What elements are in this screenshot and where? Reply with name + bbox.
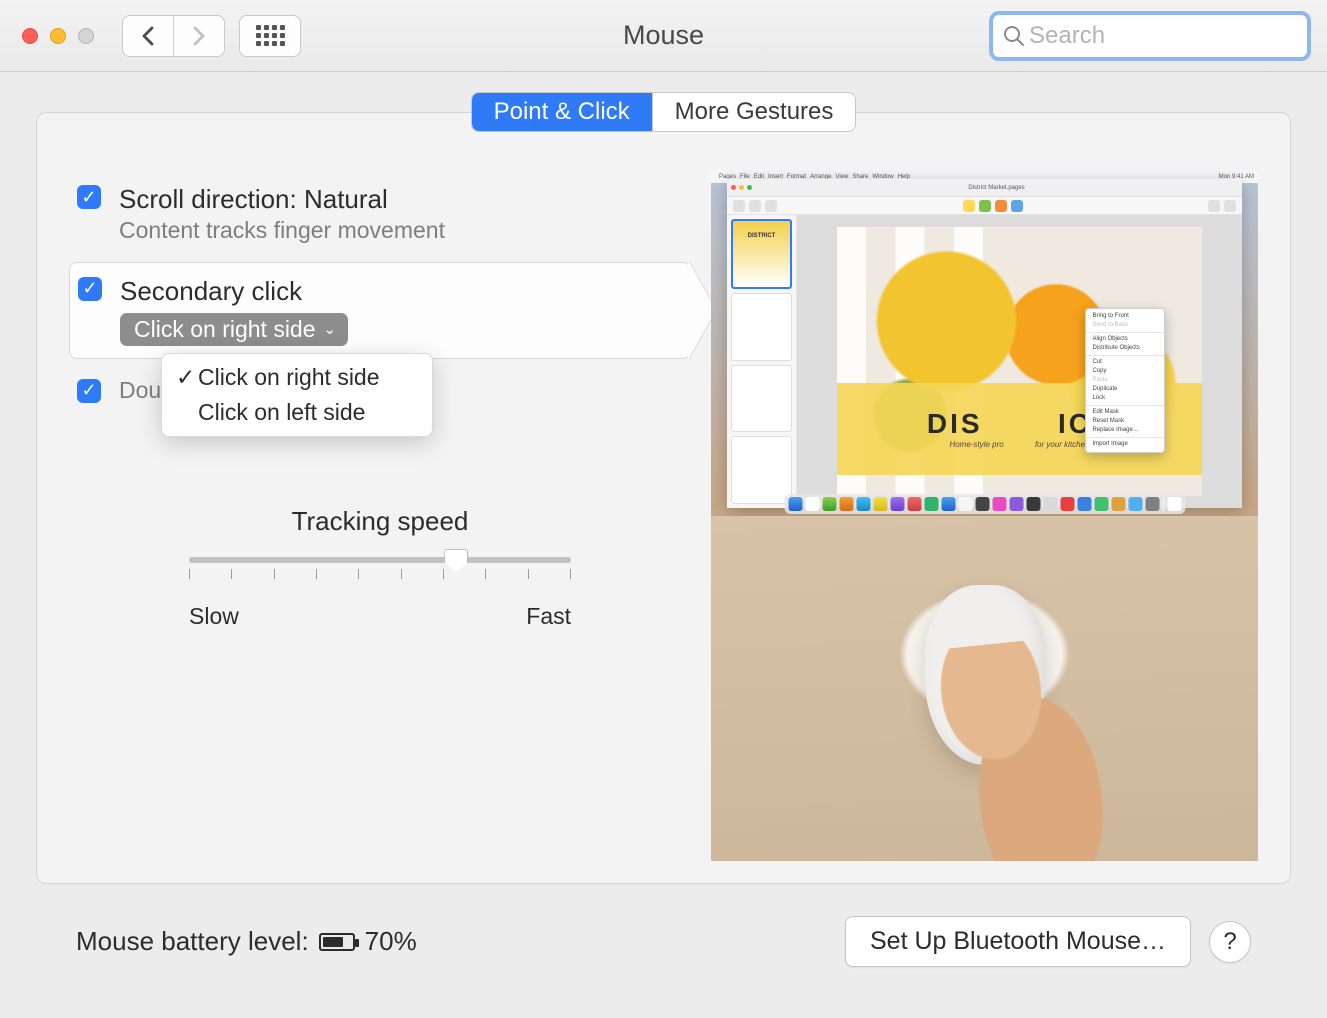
preview-column: Pages File Edit Insert Format Arrange Vi… (711, 171, 1258, 863)
preview-dock (784, 494, 1185, 514)
menu-item-label: Click on left side (198, 399, 365, 426)
traffic-lights (22, 28, 94, 44)
footer: Mouse battery level: 70% Set Up Bluetoot… (36, 884, 1291, 967)
tab-bar: Point & Click More Gestures (36, 92, 1291, 132)
secondary-click-menu: ✓ Click on right side Click on left side (161, 353, 433, 437)
zoom-window-button[interactable] (78, 28, 94, 44)
window-titlebar: Mouse (0, 0, 1327, 72)
checkbox-scroll-direction[interactable]: ✓ (77, 185, 101, 209)
dropdown-selected-label: Click on right side (134, 316, 316, 343)
show-all-button[interactable] (239, 15, 301, 57)
slider-labels: Slow Fast (189, 603, 571, 630)
checkbox-secondary-click[interactable]: ✓ (78, 277, 102, 301)
settings-panel: ✓ Scroll direction: Natural Content trac… (36, 112, 1291, 884)
preview-context-menu: Bring to Front Send to Back Align Object… (1085, 308, 1165, 453)
back-button[interactable] (123, 16, 173, 56)
option-secondary-click[interactable]: ✓ Secondary click Click on right side ⌄ (69, 262, 691, 359)
battery-percent: 70% (365, 926, 417, 957)
setup-bluetooth-mouse-button[interactable]: Set Up Bluetooth Mouse… (845, 916, 1191, 967)
slider-track (189, 557, 571, 563)
menu-item-label: Click on right side (198, 364, 380, 391)
preview-screen: Pages File Edit Insert Format Arrange Vi… (711, 171, 1258, 516)
battery-label: Mouse battery level: (76, 926, 309, 957)
content: Point & Click More Gestures ✓ Scroll dir… (0, 72, 1327, 987)
tracking-speed-label: Tracking speed (189, 506, 571, 537)
tab-more-gestures[interactable]: More Gestures (653, 93, 856, 131)
search-icon (1003, 25, 1025, 47)
option-scroll-direction[interactable]: ✓ Scroll direction: Natural Content trac… (69, 171, 691, 256)
close-window-button[interactable] (22, 28, 38, 44)
slider-label-fast: Fast (526, 603, 571, 630)
preview-doc-title: District Market.pages (968, 185, 1024, 191)
checkbox-smart-zoom[interactable]: ✓ (77, 379, 101, 403)
check-icon: ✓ (176, 364, 198, 391)
menu-item-click-right[interactable]: ✓ Click on right side (162, 360, 432, 395)
option-title: Scroll direction: Natural (119, 183, 445, 217)
search-field[interactable] (989, 11, 1311, 61)
nav-back-forward (122, 15, 225, 57)
help-button[interactable]: ? (1209, 921, 1251, 963)
option-title: Secondary click (120, 275, 348, 309)
settings-left: ✓ Scroll direction: Natural Content trac… (69, 171, 691, 863)
grid-icon (256, 25, 285, 46)
option-subtitle: Content tracks finger movement (119, 217, 445, 244)
minimize-window-button[interactable] (50, 28, 66, 44)
secondary-click-dropdown[interactable]: Click on right side ⌄ (120, 313, 348, 346)
menu-item-click-left[interactable]: Click on left side (162, 395, 432, 430)
gesture-preview: Pages File Edit Insert Format Arrange Vi… (711, 171, 1258, 861)
tracking-speed-block: Tracking speed Slow Fast (69, 506, 691, 630)
preview-hand (711, 516, 1258, 861)
forward-button[interactable] (174, 16, 224, 56)
search-input[interactable] (1029, 22, 1327, 50)
chevron-down-icon: ⌄ (324, 320, 337, 338)
battery-icon (319, 933, 355, 951)
tab-point-click[interactable]: Point & Click (472, 93, 652, 131)
preview-app-window: District Market.pages (727, 179, 1242, 508)
slider-ticks (189, 569, 571, 579)
slider-label-slow: Slow (189, 603, 239, 630)
hand-icon (929, 631, 1142, 861)
tracking-speed-slider[interactable] (189, 551, 571, 583)
